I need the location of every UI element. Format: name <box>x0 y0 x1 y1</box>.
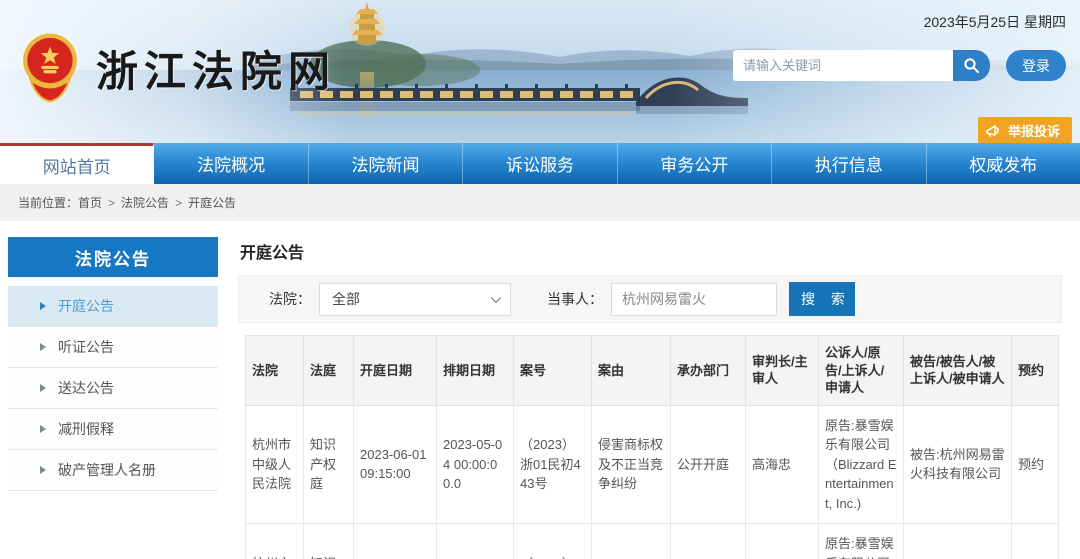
table-cell: 著作权侵权纠纷 <box>592 524 671 559</box>
table-cell: （2023）浙01民初443号 <box>514 405 592 524</box>
sidebar-item-4[interactable]: 减刑假释 <box>8 409 218 450</box>
breadcrumb-prefix: 当前位置： <box>18 194 78 211</box>
table-cell: 杭州市中级人民法院 <box>246 405 304 524</box>
hearing-notice-table: 法院法庭开庭日期排期日期案号案由承办部门审判长/主审人公诉人/原告/上诉人/申请… <box>245 335 1059 559</box>
nav-tab-4[interactable]: 诉讼服务 <box>463 143 617 184</box>
table-row: 杭州市中级人民法院知识产权庭2023-06-01 09:15:002023-05… <box>246 405 1059 524</box>
table-cell: 知识产权庭 <box>304 524 354 559</box>
breadcrumb-link-1[interactable]: 首页 <box>78 196 102 210</box>
triangle-right-icon <box>40 425 46 433</box>
nav-tab-6[interactable]: 执行信息 <box>772 143 926 184</box>
sidebar-item-5[interactable]: 破产管理人名册 <box>8 450 218 491</box>
column-header: 被告/被告人/被上诉人/被申请人 <box>904 336 1012 406</box>
main-panel: 开庭公告 法院： 全部 当事人： 搜 索 法院法庭开庭日期排期日期案号案由承办部… <box>238 237 1062 559</box>
sidebar: 法院公告 开庭公告听证公告送达公告减刑假释破产管理人名册 <box>8 237 218 559</box>
nav-tab-3[interactable]: 法院新闻 <box>309 143 463 184</box>
table-cell: 公开开庭 <box>671 405 746 524</box>
party-filter-label: 当事人： <box>547 289 603 309</box>
chevron-down-icon <box>491 293 501 303</box>
table-cell: 被告:杭州网易雷火科技有限公司 <box>904 524 1012 559</box>
sidebar-menu: 开庭公告听证公告送达公告减刑假释破产管理人名册 <box>8 286 218 491</box>
table-cell: 原告:暴雪娱乐有限公司（Blizzard Entertainment, Inc.… <box>819 524 904 559</box>
content: 法院公告 开庭公告听证公告送达公告减刑假释破产管理人名册 开庭公告 法院： 全部… <box>0 221 1080 559</box>
table-cell: 原告:暴雪娱乐有限公司（Blizzard Entertainment, Inc.… <box>819 405 904 524</box>
party-input[interactable] <box>611 283 777 316</box>
site-search-button[interactable] <box>953 50 990 81</box>
sidebar-item-label: 听证公告 <box>58 337 114 357</box>
report-complaint-label: 举报投诉 <box>1008 121 1060 140</box>
nav-tab-2[interactable]: 法院概况 <box>154 143 308 184</box>
search-button[interactable]: 搜 索 <box>789 282 855 316</box>
breadcrumb-separator: > <box>108 196 115 210</box>
column-header: 法庭 <box>304 336 354 406</box>
page-title: 开庭公告 <box>240 239 1062 263</box>
triangle-right-icon <box>40 302 46 310</box>
table-cell: 2023-05-04 00:00:00.0 <box>437 405 514 524</box>
column-header: 承办部门 <box>671 336 746 406</box>
court-select-value: 全部 <box>332 289 360 309</box>
table-cell: 王玲 <box>746 524 819 559</box>
court-select[interactable]: 全部 <box>319 283 511 316</box>
sidebar-title: 法院公告 <box>8 237 218 277</box>
site-search-input[interactable] <box>733 50 953 81</box>
nav-tab-1[interactable]: 网站首页 <box>0 143 154 184</box>
triangle-right-icon <box>40 466 46 474</box>
table-cell: 公开开庭 <box>671 524 746 559</box>
site-search <box>733 50 990 81</box>
column-header: 排期日期 <box>437 336 514 406</box>
column-header: 审判长/主审人 <box>746 336 819 406</box>
column-header: 案号 <box>514 336 592 406</box>
sidebar-item-label: 减刑假释 <box>58 419 114 439</box>
table-cell: （2023）浙01民初444号 <box>514 524 592 559</box>
court-filter-label: 法院： <box>269 289 311 309</box>
nav-tab-7[interactable]: 权威发布 <box>927 143 1080 184</box>
breadcrumb: 当前位置： 首页 > 法院公告 > 开庭公告 <box>0 184 1080 221</box>
column-header: 法院 <box>246 336 304 406</box>
filter-bar: 法院： 全部 当事人： 搜 索 <box>238 275 1062 323</box>
site-title: 浙江法院网 <box>96 38 336 99</box>
table-cell: 2023-05-04 00:00:00.0 <box>437 524 514 559</box>
triangle-right-icon <box>40 384 46 392</box>
sidebar-item-label: 送达公告 <box>58 378 114 398</box>
table-cell: 杭州市中级人民法院 <box>246 524 304 559</box>
page: 浙江法院网 2023年5月25日 星期四 登录 举报投诉 网站首页法院概况法院新… <box>0 0 1080 559</box>
column-header: 预约 <box>1012 336 1059 406</box>
column-header: 开庭日期 <box>354 336 437 406</box>
table-header-row: 法院法庭开庭日期排期日期案号案由承办部门审判长/主审人公诉人/原告/上诉人/申请… <box>246 336 1059 406</box>
main-nav: 网站首页法院概况法院新闻诉讼服务审务公开执行信息权威发布 <box>0 143 1080 184</box>
column-header: 公诉人/原告/上诉人/申请人 <box>819 336 904 406</box>
breadcrumb-link-2[interactable]: 法院公告 <box>121 196 169 210</box>
sidebar-item-label: 破产管理人名册 <box>58 460 156 480</box>
current-date: 2023年5月25日 星期四 <box>924 12 1066 32</box>
sidebar-item-label: 开庭公告 <box>58 296 114 316</box>
search-icon <box>963 57 980 74</box>
column-header: 案由 <box>592 336 671 406</box>
breadcrumb-separator: > <box>175 196 182 210</box>
breadcrumb-link-3[interactable]: 开庭公告 <box>188 196 236 210</box>
site-brand: 浙江法院网 <box>22 32 336 104</box>
banner: 浙江法院网 2023年5月25日 星期四 登录 举报投诉 <box>0 0 1080 143</box>
sidebar-item-1[interactable]: 开庭公告 <box>8 286 218 327</box>
triangle-right-icon <box>40 343 46 351</box>
table-row: 杭州市中级人民法院知识产权庭2023-06-01 14:30:002023-05… <box>246 524 1059 559</box>
table-cell: 知识产权庭 <box>304 405 354 524</box>
sidebar-item-3[interactable]: 送达公告 <box>8 368 218 409</box>
national-emblem-logo <box>22 32 78 104</box>
reserve-link[interactable]: 预约 <box>1012 405 1059 524</box>
table-cell: 被告:杭州网易雷火科技有限公司 <box>904 405 1012 524</box>
report-complaint-button[interactable]: 举报投诉 <box>978 117 1072 143</box>
table-cell: 2023-06-01 09:15:00 <box>354 405 437 524</box>
table-cell: 侵害商标权及不正当竞争纠纷 <box>592 405 671 524</box>
nav-tab-5[interactable]: 审务公开 <box>618 143 772 184</box>
reserve-link[interactable]: 预约 <box>1012 524 1059 559</box>
table-cell: 2023-06-01 14:30:00 <box>354 524 437 559</box>
login-button[interactable]: 登录 <box>1006 50 1066 81</box>
megaphone-icon <box>986 123 1002 137</box>
sidebar-item-2[interactable]: 听证公告 <box>8 327 218 368</box>
table-cell: 高海忠 <box>746 405 819 524</box>
